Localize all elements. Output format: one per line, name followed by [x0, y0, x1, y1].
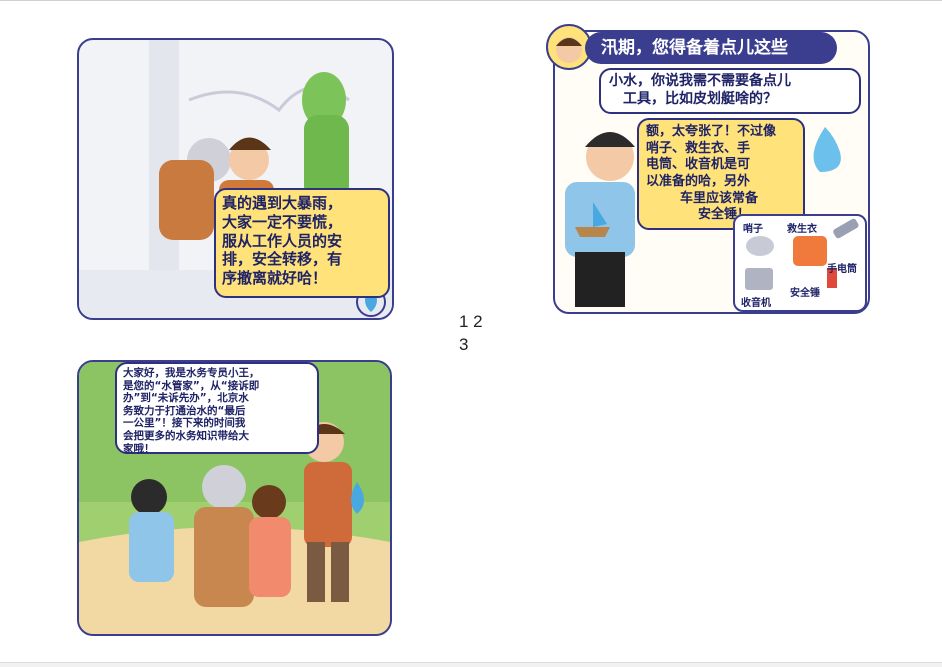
whistle-icon	[746, 236, 774, 256]
emergency-items-box: 哨子 救生衣 手电筒 安全锤 收音机	[733, 214, 867, 312]
water-drop-mascot	[813, 127, 841, 172]
officer-vest	[304, 462, 352, 547]
radio-icon	[745, 268, 773, 290]
boy-hair	[229, 137, 271, 150]
panel-2-title: 汛期，您得备着点儿这些	[585, 32, 837, 64]
life-vest-icon	[793, 236, 827, 266]
bottom-rule	[0, 662, 942, 667]
item-label-whistle: 哨子	[743, 224, 763, 235]
girl-dress	[249, 517, 291, 597]
item-label-vest: 救生衣	[787, 224, 817, 235]
question-bubble: 小水，你说我需不需要备点儿 工具，比如皮划艇啥的？	[599, 68, 861, 114]
page-number-row-2: 3	[459, 335, 469, 354]
avatar-face-icon	[556, 37, 582, 63]
officer-leg	[307, 542, 325, 602]
speech-bubble-3: 大家好，我是水务专员小王， 是您的“水管家”，从“接诉即 办”到“未诉先办”，北…	[115, 362, 319, 455]
grandma-coat	[194, 507, 254, 607]
officer-leg	[331, 542, 349, 602]
comic-panel-1: 真的遇到大暴雨， 大家一定不要慌， 服从工作人员的安 排，安全转移，有 序撤离就…	[77, 38, 394, 320]
boy-shorts	[575, 252, 625, 307]
toy-boat	[575, 227, 610, 237]
girl-head	[252, 485, 286, 519]
item-label-radio: 收音机	[741, 298, 771, 309]
child-shirt	[129, 512, 174, 582]
boy-hair	[585, 132, 635, 147]
top-rule	[0, 0, 942, 1]
speech-bubble-1: 真的遇到大暴雨， 大家一定不要慌， 服从工作人员的安 排，安全转移，有 序撤离就…	[214, 188, 390, 298]
item-label-hammer: 安全锤	[790, 288, 820, 299]
grandma-head	[202, 465, 246, 509]
child-head	[131, 479, 167, 515]
flashlight-icon	[833, 218, 859, 239]
item-label-flashlight: 手电筒	[827, 264, 857, 275]
comic-panel-3: 大家好，我是水务专员小王， 是您的“水管家”，从“接诉即 办”到“未诉先办”，北…	[77, 360, 392, 636]
page-number-row-1: 1 2	[459, 312, 483, 331]
grandma-coat	[159, 160, 214, 240]
